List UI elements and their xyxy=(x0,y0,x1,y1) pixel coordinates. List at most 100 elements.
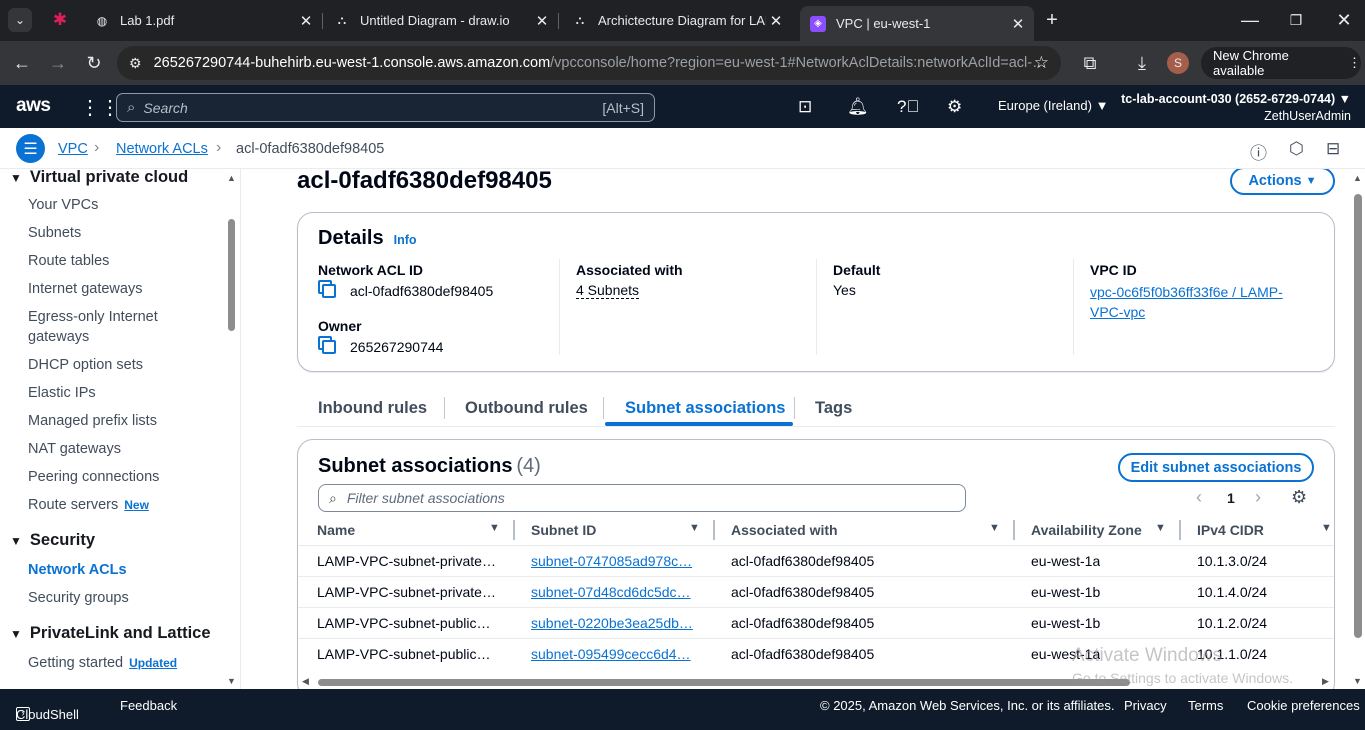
sort-caret-icon[interactable]: ▼ xyxy=(989,522,1000,534)
actions-button[interactable]: Actions ▼ xyxy=(1230,169,1335,195)
browser-tab-architecture[interactable]: ⛬ Archictecture Diagram for LAMP ✕ xyxy=(562,8,798,33)
info-icon[interactable]: ⓘ xyxy=(1250,139,1267,164)
search-input[interactable]: ⌕ Search [Alt+S] xyxy=(116,93,655,122)
cookie-preferences-link[interactable]: Cookie preferences xyxy=(1247,698,1360,713)
column-header-name[interactable]: Name xyxy=(317,522,355,538)
sidebar-item-egress-only-gateways[interactable]: Egress-only Internet gateways xyxy=(28,307,188,347)
pagination-prev-icon[interactable]: ‹ xyxy=(1196,487,1202,508)
close-icon[interactable]: ✕ xyxy=(1008,15,1028,33)
edit-subnet-associations-button[interactable]: Edit subnet associations xyxy=(1118,453,1314,482)
column-header-availability-zone[interactable]: Availability Zone xyxy=(1031,522,1142,538)
sidebar-item-peering-connections[interactable]: Peering connections xyxy=(28,467,159,487)
sort-caret-icon[interactable]: ▼ xyxy=(1321,522,1332,534)
sidebar-section-security[interactable]: ▼ Security xyxy=(10,531,95,550)
notifications-bell-icon[interactable]: 🔔︎ xyxy=(847,97,869,117)
feedback-link[interactable]: Feedback xyxy=(120,698,177,713)
sidebar-scroll-up-icon[interactable]: ▲ xyxy=(227,173,236,183)
close-icon[interactable]: ✕ xyxy=(296,12,316,30)
table-horizontal-scrollbar[interactable] xyxy=(318,679,1130,686)
tab-tags[interactable]: Tags xyxy=(815,399,852,418)
sidebar-section-vpc[interactable]: ▼ Virtual private cloud xyxy=(10,169,188,187)
new-tab-icon[interactable]: + xyxy=(1040,8,1064,32)
sidebar-scroll-down-icon[interactable]: ▼ xyxy=(227,676,236,686)
sidebar-item-nat-gateways[interactable]: NAT gateways xyxy=(28,439,121,459)
table-scroll-right-icon[interactable]: ▶ xyxy=(1322,676,1329,687)
tab-inbound-rules[interactable]: Inbound rules xyxy=(318,399,427,418)
associated-with-value[interactable]: 4 Subnets xyxy=(576,282,640,299)
cell-subnet-id-link[interactable]: subnet-07d48cd6dc5dc… xyxy=(531,584,701,600)
hamburger-menu-icon[interactable]: ☰ xyxy=(16,134,45,163)
extensions-icon[interactable]: ⧉ xyxy=(1078,51,1102,75)
help-icon[interactable]: ?⃝ xyxy=(897,97,919,117)
table-scroll-left-icon[interactable]: ◀ xyxy=(302,676,309,687)
column-header-subnet-id[interactable]: Subnet ID xyxy=(531,522,596,538)
breadcrumb-vpc[interactable]: VPC xyxy=(58,141,88,157)
tab-subnet-associations[interactable]: Subnet associations xyxy=(625,399,785,418)
new-chrome-available-button[interactable]: New Chrome available ⋮ xyxy=(1201,47,1361,79)
close-icon[interactable]: ✕ xyxy=(532,12,552,30)
sidebar-item-route-servers[interactable]: Route servers New xyxy=(28,495,149,515)
sidebar-item-elastic-ips[interactable]: Elastic IPs xyxy=(28,383,96,403)
more-options-icon[interactable]: ⋮ xyxy=(1348,55,1361,71)
table-preferences-gear-icon[interactable]: ⚙ xyxy=(1291,487,1307,508)
back-icon[interactable]: ← xyxy=(10,51,34,75)
page-scroll-down-icon[interactable]: ▼ xyxy=(1353,676,1362,686)
pagination-page-number[interactable]: 1 xyxy=(1227,490,1235,506)
sidebar-item-security-groups[interactable]: Security groups xyxy=(28,588,129,608)
feedback-icon[interactable]: ⊟ xyxy=(1326,139,1340,159)
cell-subnet-id-link[interactable]: subnet-0220be3ea25db… xyxy=(531,615,701,631)
avatar[interactable]: S xyxy=(1167,52,1189,74)
sidebar-section-privatelink[interactable]: ▼ PrivateLink and Lattice xyxy=(10,624,211,643)
sidebar-item-route-tables[interactable]: Route tables xyxy=(28,251,109,271)
cell-subnet-id-link[interactable]: subnet-095499cecc6d4… xyxy=(531,646,701,662)
cloudshell-icon[interactable]: ⊡ xyxy=(798,97,812,117)
sort-caret-icon[interactable]: ▼ xyxy=(1155,522,1166,534)
downloads-icon[interactable]: ⤓ xyxy=(1130,51,1154,75)
browser-tab-lab1[interactable]: ◍ Lab 1.pdf ✕ xyxy=(84,8,322,33)
pagination-next-icon[interactable]: › xyxy=(1255,487,1261,508)
column-header-associated-with[interactable]: Associated with xyxy=(731,522,838,538)
sidebar-item-internet-gateways[interactable]: Internet gateways xyxy=(28,279,142,299)
copy-icon[interactable] xyxy=(322,340,336,354)
settings-gear-icon[interactable]: ⚙ xyxy=(947,97,962,117)
region-selector[interactable]: Europe (Ireland) ▼ xyxy=(998,98,1108,113)
info-link[interactable]: Info xyxy=(394,233,417,247)
breadcrumb-network-acls[interactable]: Network ACLs xyxy=(116,141,208,157)
sidebar-item-managed-prefix-lists[interactable]: Managed prefix lists xyxy=(28,411,157,431)
browser-tab-drawio[interactable]: ⛬ Untitled Diagram - draw.io ✕ xyxy=(324,8,558,33)
bookmark-star-icon[interactable]: ☆ xyxy=(1034,53,1049,73)
page-scroll-up-icon[interactable]: ▲ xyxy=(1353,173,1362,183)
column-header-ipv4-cidr[interactable]: IPv4 CIDR xyxy=(1197,522,1264,538)
sidebar-scrollbar[interactable] xyxy=(228,219,235,331)
slack-icon[interactable]: ✱ xyxy=(48,8,72,32)
sidebar-item-network-acls[interactable]: Network ACLs xyxy=(28,560,127,580)
minimize-icon[interactable]: — xyxy=(1238,8,1262,32)
default-label: Default xyxy=(833,262,881,278)
site-info-icon[interactable]: ⚙ xyxy=(129,55,142,72)
window-close-icon[interactable]: ✕ xyxy=(1332,8,1356,32)
terms-link[interactable]: Terms xyxy=(1188,698,1223,713)
browser-tab-vpc[interactable]: ◈ VPC | eu-west-1 ✕ xyxy=(800,6,1034,41)
sidebar-item-subnets[interactable]: Subnets xyxy=(28,223,81,243)
close-icon[interactable]: ✕ xyxy=(766,12,786,30)
restore-icon[interactable]: ❐ xyxy=(1284,8,1308,32)
reload-icon[interactable]: ↻ xyxy=(82,51,106,75)
sidebar-item-getting-started[interactable]: Getting started Updated xyxy=(28,653,177,673)
address-bar[interactable]: ⚙ 265267290744-buhehirb.eu-west-1.consol… xyxy=(117,46,1061,80)
sidebar-item-your-vpcs[interactable]: Your VPCs xyxy=(28,195,98,215)
tab-outbound-rules[interactable]: Outbound rules xyxy=(465,399,588,418)
gear-hex-icon[interactable]: ⬡ xyxy=(1289,139,1304,159)
sort-caret-icon[interactable]: ▼ xyxy=(689,522,700,534)
privacy-link[interactable]: Privacy xyxy=(1124,698,1167,713)
aws-logo[interactable]: aws xyxy=(16,95,51,117)
forward-icon[interactable]: → xyxy=(46,51,70,75)
cell-subnet-id-link[interactable]: subnet-0747085ad978c… xyxy=(531,553,701,569)
tab-search-icon[interactable]: ⌄ xyxy=(8,8,32,32)
copy-icon[interactable] xyxy=(322,284,336,298)
sort-caret-icon[interactable]: ▼ xyxy=(489,522,500,534)
account-menu[interactable]: tc-lab-account-030 (2652-6729-0744) ▼ Ze… xyxy=(1121,91,1351,125)
sidebar-item-dhcp-option-sets[interactable]: DHCP option sets xyxy=(28,355,143,375)
page-vertical-scrollbar[interactable] xyxy=(1354,194,1362,638)
filter-subnet-associations-input[interactable]: ⌕ Filter subnet associations xyxy=(318,484,966,512)
vpc-id-link[interactable]: vpc-0c6f5f0b36ff33f6e / LAMP-VPC-vpc xyxy=(1090,282,1305,322)
